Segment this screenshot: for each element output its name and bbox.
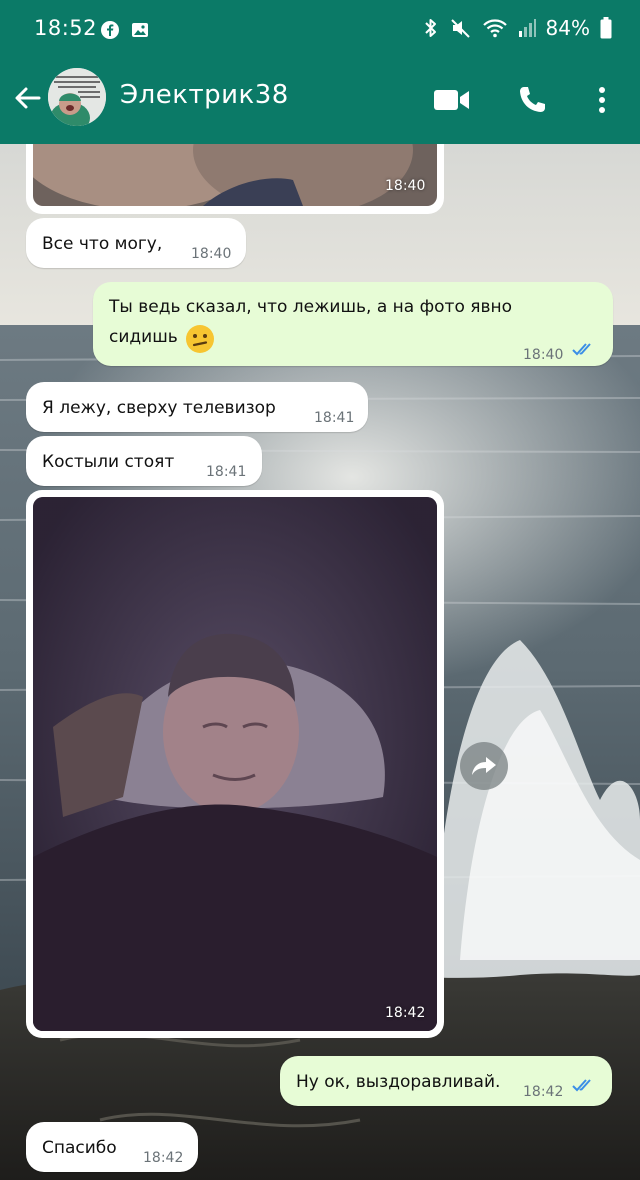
contact-avatar[interactable] — [48, 68, 106, 126]
voice-call-button[interactable] — [512, 80, 552, 120]
more-vert-icon — [599, 87, 605, 113]
confused-face-emoji — [186, 325, 214, 353]
message-incoming[interactable]: Костыли стоят 18:41 — [26, 436, 262, 486]
message-time: 18:42 — [143, 1150, 184, 1166]
battery-icon — [600, 17, 612, 39]
message-photo-incoming[interactable]: 18:42 — [26, 490, 444, 1038]
video-call-button[interactable] — [432, 80, 472, 120]
phone-call-icon — [520, 87, 545, 112]
message-text: Спасибо — [42, 1138, 117, 1158]
message-outgoing[interactable]: Ну ок, выздоравливай. 18:42 — [280, 1056, 612, 1106]
forward-button[interactable] — [460, 742, 508, 790]
bluetooth-icon — [424, 19, 436, 37]
message-time: 18:42 — [523, 1084, 564, 1100]
message-time: 18:40 — [523, 347, 564, 363]
message-outgoing[interactable]: Ты ведь сказал, что лежишь, а на фото яв… — [93, 282, 613, 366]
message-text-line2: сидишь — [109, 327, 178, 347]
wifi-icon — [482, 19, 507, 38]
photo-thumbnail[interactable]: 18:42 — [33, 497, 437, 1031]
status-right-icons: 84% — [422, 16, 612, 40]
back-button[interactable] — [8, 78, 48, 118]
signal-icon — [518, 19, 536, 37]
gallery-icon — [132, 23, 148, 37]
message-text: Костыли стоят — [42, 452, 175, 472]
avatar-image — [48, 68, 106, 126]
mute-icon — [450, 19, 470, 38]
status-left-icons — [100, 20, 150, 40]
message-time: 18:41 — [314, 410, 355, 426]
read-ticks-icon — [572, 343, 591, 356]
forward-arrow-icon — [472, 757, 496, 775]
message-text: Все что могу, — [42, 234, 163, 254]
facebook-icon — [101, 21, 119, 39]
message-time: 18:40 — [385, 178, 426, 194]
video-call-icon — [434, 90, 469, 110]
photo-image — [33, 497, 437, 1031]
chat-screen: 18:52 84% Электрик38 18:40 Все что могу,… — [0, 0, 640, 1180]
top-bar: 18:52 84% Электрик38 — [0, 0, 640, 144]
status-time: 18:52 — [34, 16, 98, 40]
message-time: 18:41 — [206, 464, 247, 480]
message-text: Я лежу, сверху телевизор — [42, 398, 276, 418]
message-time: 18:40 — [191, 246, 232, 262]
message-incoming[interactable]: Все что могу, 18:40 — [26, 218, 246, 268]
message-text: Ну ок, выздоравливай. — [296, 1072, 501, 1092]
chat-header: Электрик38 — [0, 58, 640, 144]
contact-name[interactable]: Электрик38 — [120, 80, 289, 110]
message-incoming[interactable]: Я лежу, сверху телевизор 18:41 — [26, 382, 368, 432]
status-bar: 18:52 84% — [0, 0, 640, 58]
read-ticks-icon — [572, 1079, 591, 1092]
more-options-button[interactable] — [582, 80, 622, 120]
message-text-line1: Ты ведь сказал, что лежишь, а на фото яв… — [109, 297, 513, 317]
battery-percent: 84% — [545, 16, 590, 40]
message-incoming[interactable]: Спасибо 18:42 — [26, 1122, 198, 1172]
back-arrow-icon — [15, 87, 41, 109]
message-time: 18:42 — [385, 1005, 426, 1021]
